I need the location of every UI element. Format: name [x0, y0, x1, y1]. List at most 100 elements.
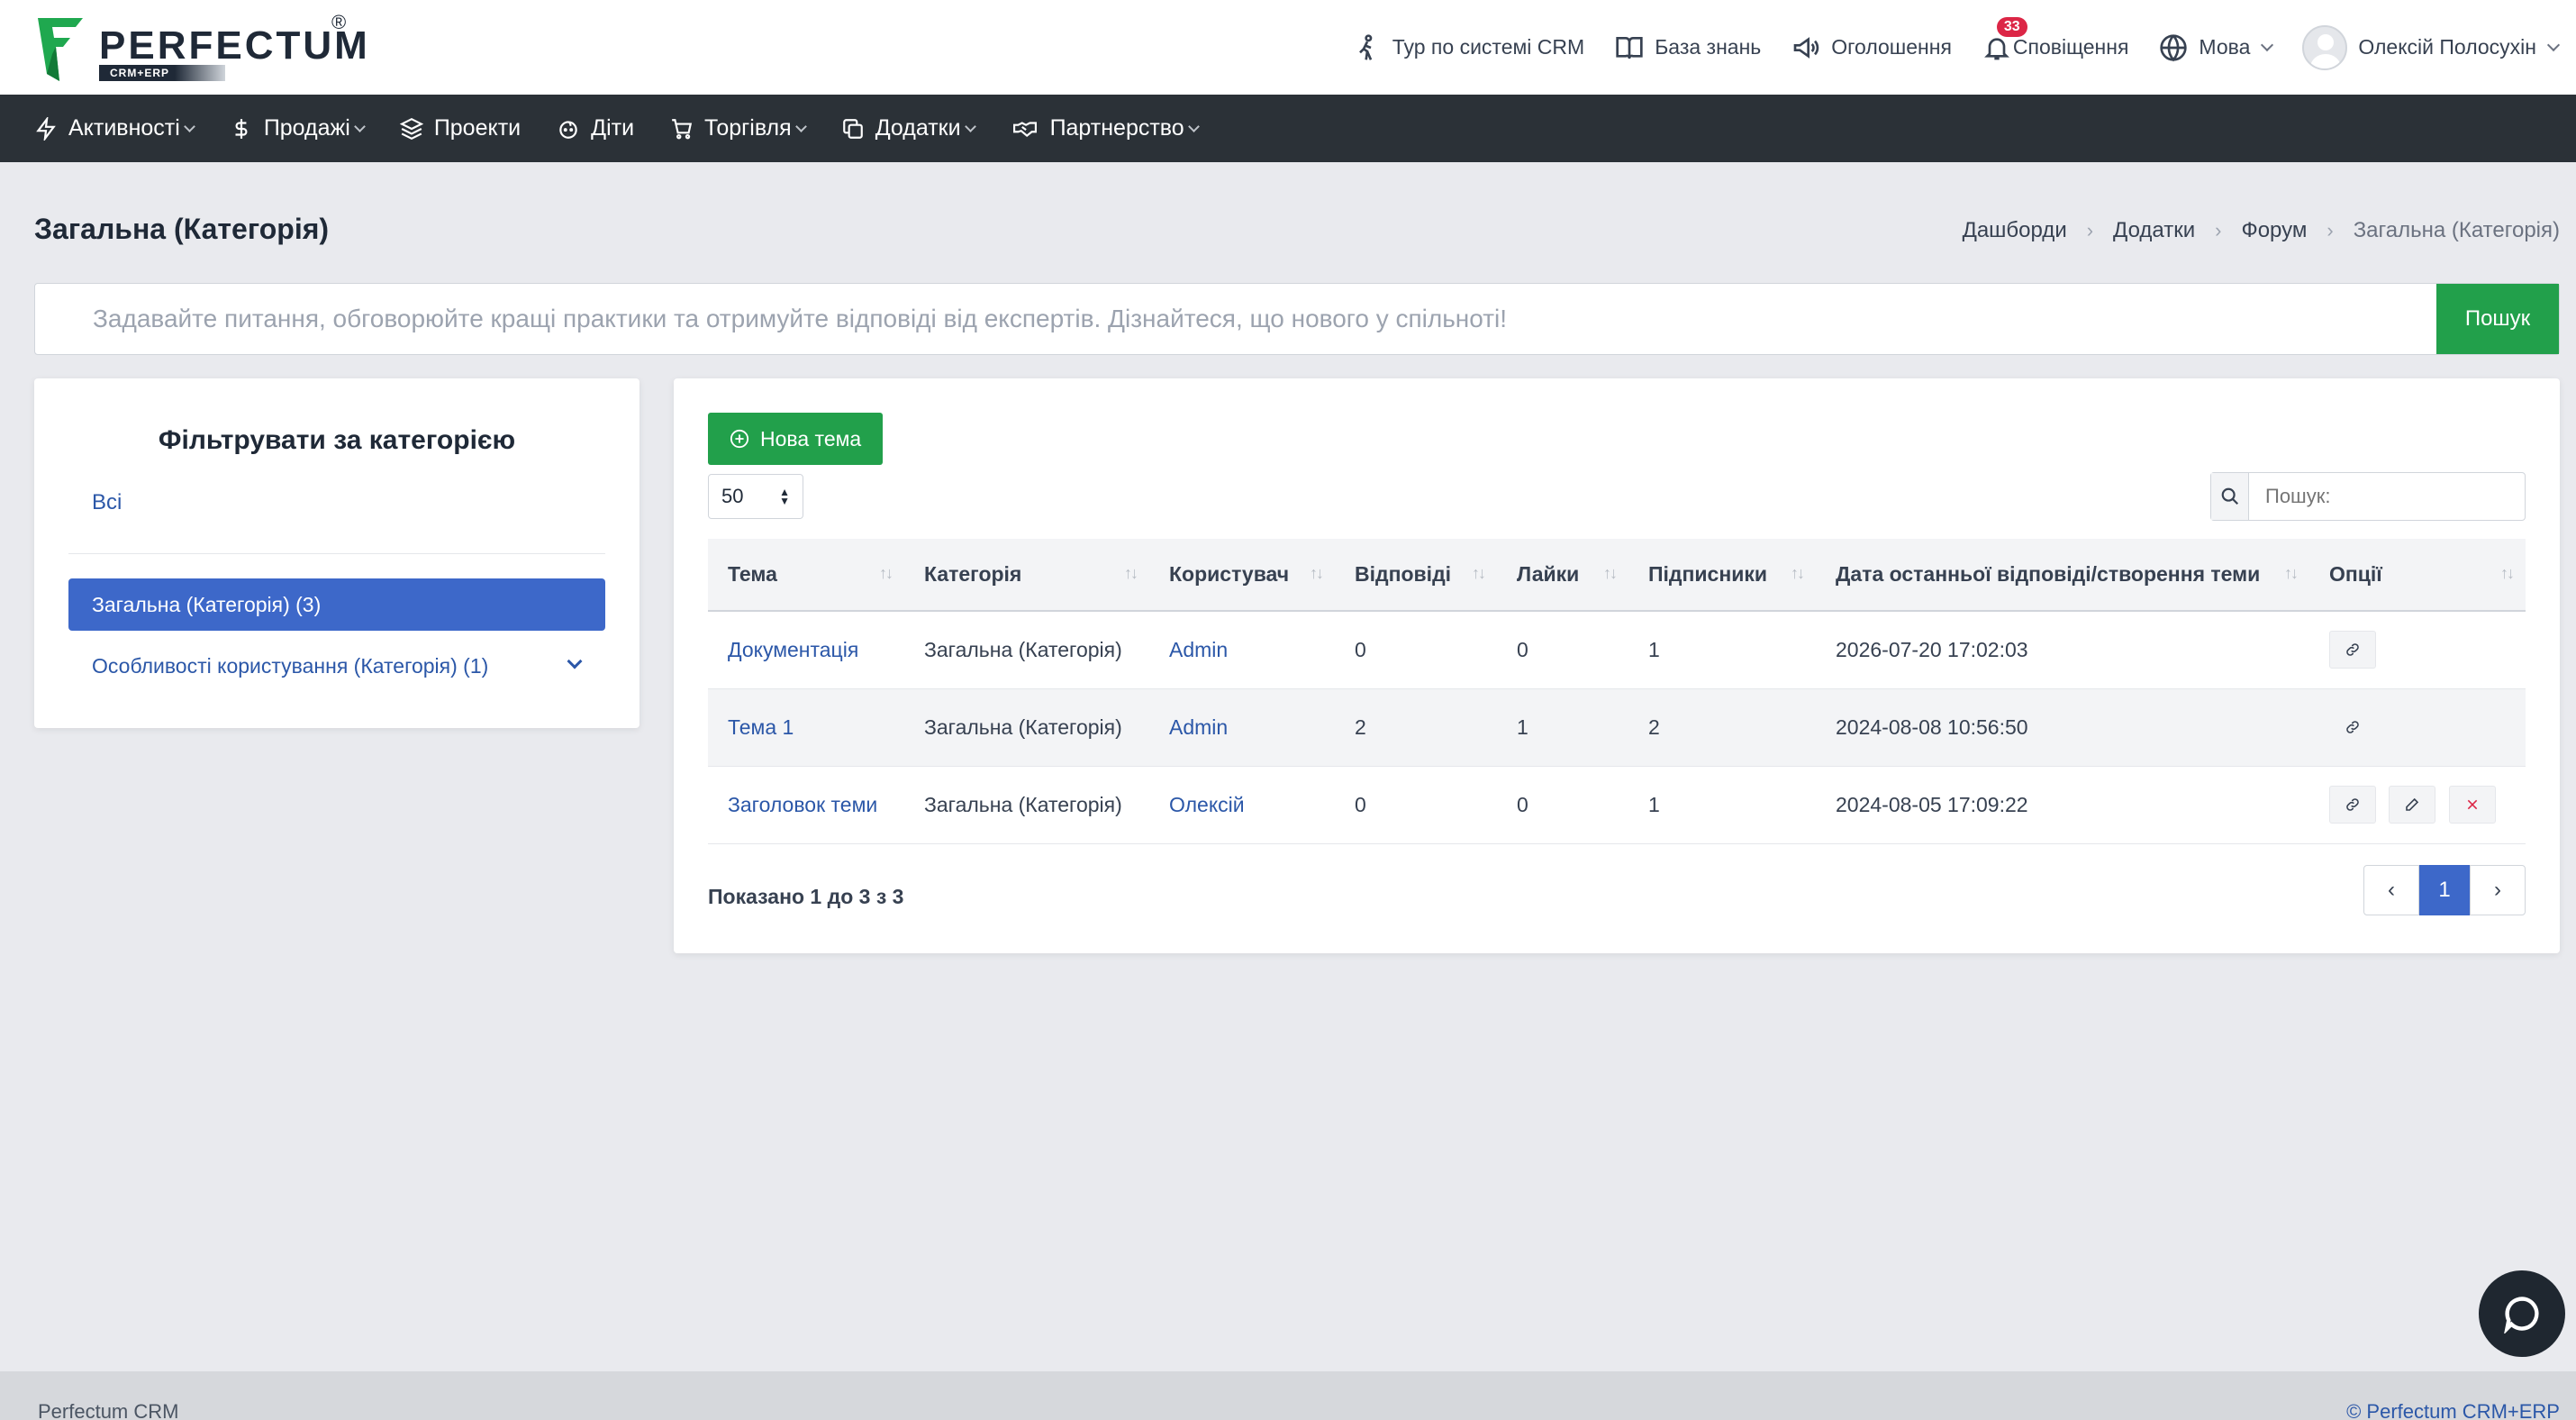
menu-addons[interactable]: Додатки: [841, 115, 976, 141]
sort-icon: ↑↓: [1472, 564, 1486, 582]
menu-trade-label: Торгівля: [704, 115, 792, 141]
globe-icon: [2160, 33, 2188, 61]
knowledge-base-link[interactable]: База знань: [1615, 33, 1761, 62]
menu-activities-label: Активності: [68, 115, 180, 141]
language-label: Мова: [2199, 35, 2251, 59]
forum-search-input[interactable]: [35, 284, 2436, 354]
topics-panel: Нова тема 50 ▲▼ Тема↑↓ Категорія↑↓ Корис…: [674, 378, 2560, 953]
copy-icon: [842, 118, 863, 139]
menu-children[interactable]: Діти: [557, 115, 634, 141]
chevron-down-icon: [2261, 38, 2274, 51]
topic-user-link[interactable]: Олексій: [1149, 766, 1335, 844]
topic-replies: 2: [1335, 688, 1497, 767]
user-menu[interactable]: Олексій Полосухін: [2302, 24, 2561, 70]
col-likes[interactable]: Лайки ↑↓: [1497, 539, 1628, 612]
menu-projects-label: Проекти: [433, 115, 522, 141]
close-icon: [2467, 799, 2478, 810]
brand-name: PERFECTUM: [99, 23, 370, 68]
new-topic-button[interactable]: Нова тема: [708, 413, 884, 465]
prev-page-button[interactable]: ‹: [2363, 865, 2419, 915]
topic-link[interactable]: Заголовок теми: [708, 766, 904, 844]
filter-category-usage[interactable]: Особливості користування (Категорія) (1): [92, 654, 488, 678]
topics-table: Тема ↑↓ Категорія ↑↓ Користувач ↑↓ Відповід…: [708, 539, 2526, 844]
lightning-icon: [36, 116, 56, 141]
col-category[interactable]: Категорія ↑↓: [904, 539, 1149, 612]
breadcrumb-separator-icon: ›: [2327, 219, 2334, 241]
col-options[interactable]: Опції ↑↓: [2309, 539, 2526, 612]
table-header-row: Тема ↑↓ Категорія ↑↓ Користувач ↑↓ Відповід…: [708, 539, 2526, 612]
language-dropdown[interactable]: Мова: [2159, 33, 2274, 62]
topic-options: [2309, 688, 2526, 767]
brand-tagline: CRM+ERP: [99, 65, 225, 81]
filter-category-active[interactable]: Загальна (Категорія) (3): [68, 578, 605, 631]
next-page-button[interactable]: ›: [2470, 865, 2526, 915]
chat-button[interactable]: [2479, 1270, 2565, 1357]
topic-user-link[interactable]: Admin: [1149, 611, 1335, 689]
breadcrumb-addons[interactable]: Додатки: [2113, 218, 2195, 243]
filter-title: Фільтрувати за категорією: [158, 425, 516, 455]
footer: Perfectum CRM © Perfectum CRM+ERP: [0, 1371, 2576, 1420]
col-last-date[interactable]: Дата останньої відповіді/створення теми ↑…: [1816, 539, 2309, 612]
table-search-input[interactable]: [2249, 473, 2525, 520]
edit-button[interactable]: [2389, 786, 2436, 824]
topic-date: 2024-08-05 17:09:22: [1816, 766, 2309, 844]
divider: [68, 553, 605, 554]
notifications-badge: 33: [1996, 16, 2027, 37]
menu-projects[interactable]: Проекти: [399, 115, 522, 141]
menu-trade[interactable]: Торгівля: [670, 115, 807, 141]
breadcrumb-dashboards[interactable]: Дашборди: [1963, 218, 2067, 243]
logo-mark-icon: [38, 18, 83, 81]
col-subscribers[interactable]: Підписники ↑↓: [1628, 539, 1816, 612]
sort-icon: ↑↓: [1310, 564, 1324, 582]
filter-all-link[interactable]: Всі: [92, 490, 122, 515]
dollar-icon: [235, 118, 248, 139]
tour-link[interactable]: Тур по системі CRM: [1353, 33, 1584, 62]
header-nav: Тур по системі CRM База знань Оголошення…: [1353, 0, 2561, 95]
menu-partnership-label: Партнерство: [1049, 115, 1184, 141]
delete-button[interactable]: [2448, 786, 2496, 824]
col-topic[interactable]: Тема ↑↓: [708, 539, 904, 612]
topic-date: 2024-08-08 10:56:50: [1816, 688, 2309, 767]
handshake-icon: [1012, 121, 1037, 137]
topic-category: Загальна (Категорія): [904, 611, 1149, 689]
link-icon: [2346, 798, 2359, 811]
menu-partnership[interactable]: Партнерство: [1011, 115, 1200, 141]
col-replies[interactable]: Відповіді ↑↓: [1335, 539, 1497, 612]
select-arrows-icon: ▲ ▼: [779, 486, 790, 507]
topic-replies: 0: [1335, 766, 1497, 844]
menu-sales[interactable]: Продажі: [230, 115, 366, 141]
forum-search-button[interactable]: Пошук: [2436, 284, 2559, 354]
footer-copyright-link[interactable]: © Perfectum CRM+ERP: [2346, 1400, 2560, 1420]
new-topic-label: Нова тема: [760, 426, 862, 451]
chevron-down-icon: [794, 120, 807, 132]
chat-bubble-icon: [2504, 1297, 2539, 1334]
chevron-down-icon: [2546, 38, 2561, 51]
table-row: Документація Загальна (Категорія) Admin …: [708, 611, 2526, 689]
menu-activities[interactable]: Активності: [34, 115, 195, 141]
page-button[interactable]: 1: [2419, 865, 2470, 915]
announcements-label: Оголошення: [1831, 35, 1952, 59]
brand-registered: ®: [331, 11, 347, 33]
topic-link[interactable]: Документація: [708, 611, 904, 689]
col-user[interactable]: Користувач ↑↓: [1149, 539, 1335, 612]
notifications-link[interactable]: 33 Сповіщення: [1982, 16, 2128, 62]
copy-link-button[interactable]: [2329, 786, 2376, 824]
walking-person-icon: [1358, 33, 1373, 60]
topic-date: 2026-07-20 17:02:03: [1816, 611, 2309, 689]
chevron-down-icon[interactable]: [567, 653, 583, 669]
menu-sales-label: Продажі: [263, 115, 350, 141]
topic-link[interactable]: Тема 1: [708, 688, 904, 767]
brand-logo[interactable]: PERFECTUM ® CRM+ERP: [34, 11, 367, 83]
forum-search-bar: Пошук: [34, 283, 2560, 355]
layers-icon: [399, 117, 423, 140]
breadcrumb-forum[interactable]: Форум: [2241, 218, 2307, 243]
copy-link-button[interactable]: [2329, 631, 2376, 669]
table-search: [2210, 472, 2526, 521]
user-name: Олексій Полосухін: [2358, 35, 2536, 59]
copy-link-button[interactable]: [2329, 708, 2376, 746]
announcements-link[interactable]: Оголошення: [1791, 33, 1952, 62]
main-menu: Активності Продажі Проекти Діти Торгівля…: [0, 95, 2576, 162]
knowledge-label: База знань: [1655, 35, 1762, 59]
topic-user-link[interactable]: Admin: [1149, 688, 1335, 767]
page-length-select[interactable]: 50 ▲ ▼: [708, 474, 803, 519]
